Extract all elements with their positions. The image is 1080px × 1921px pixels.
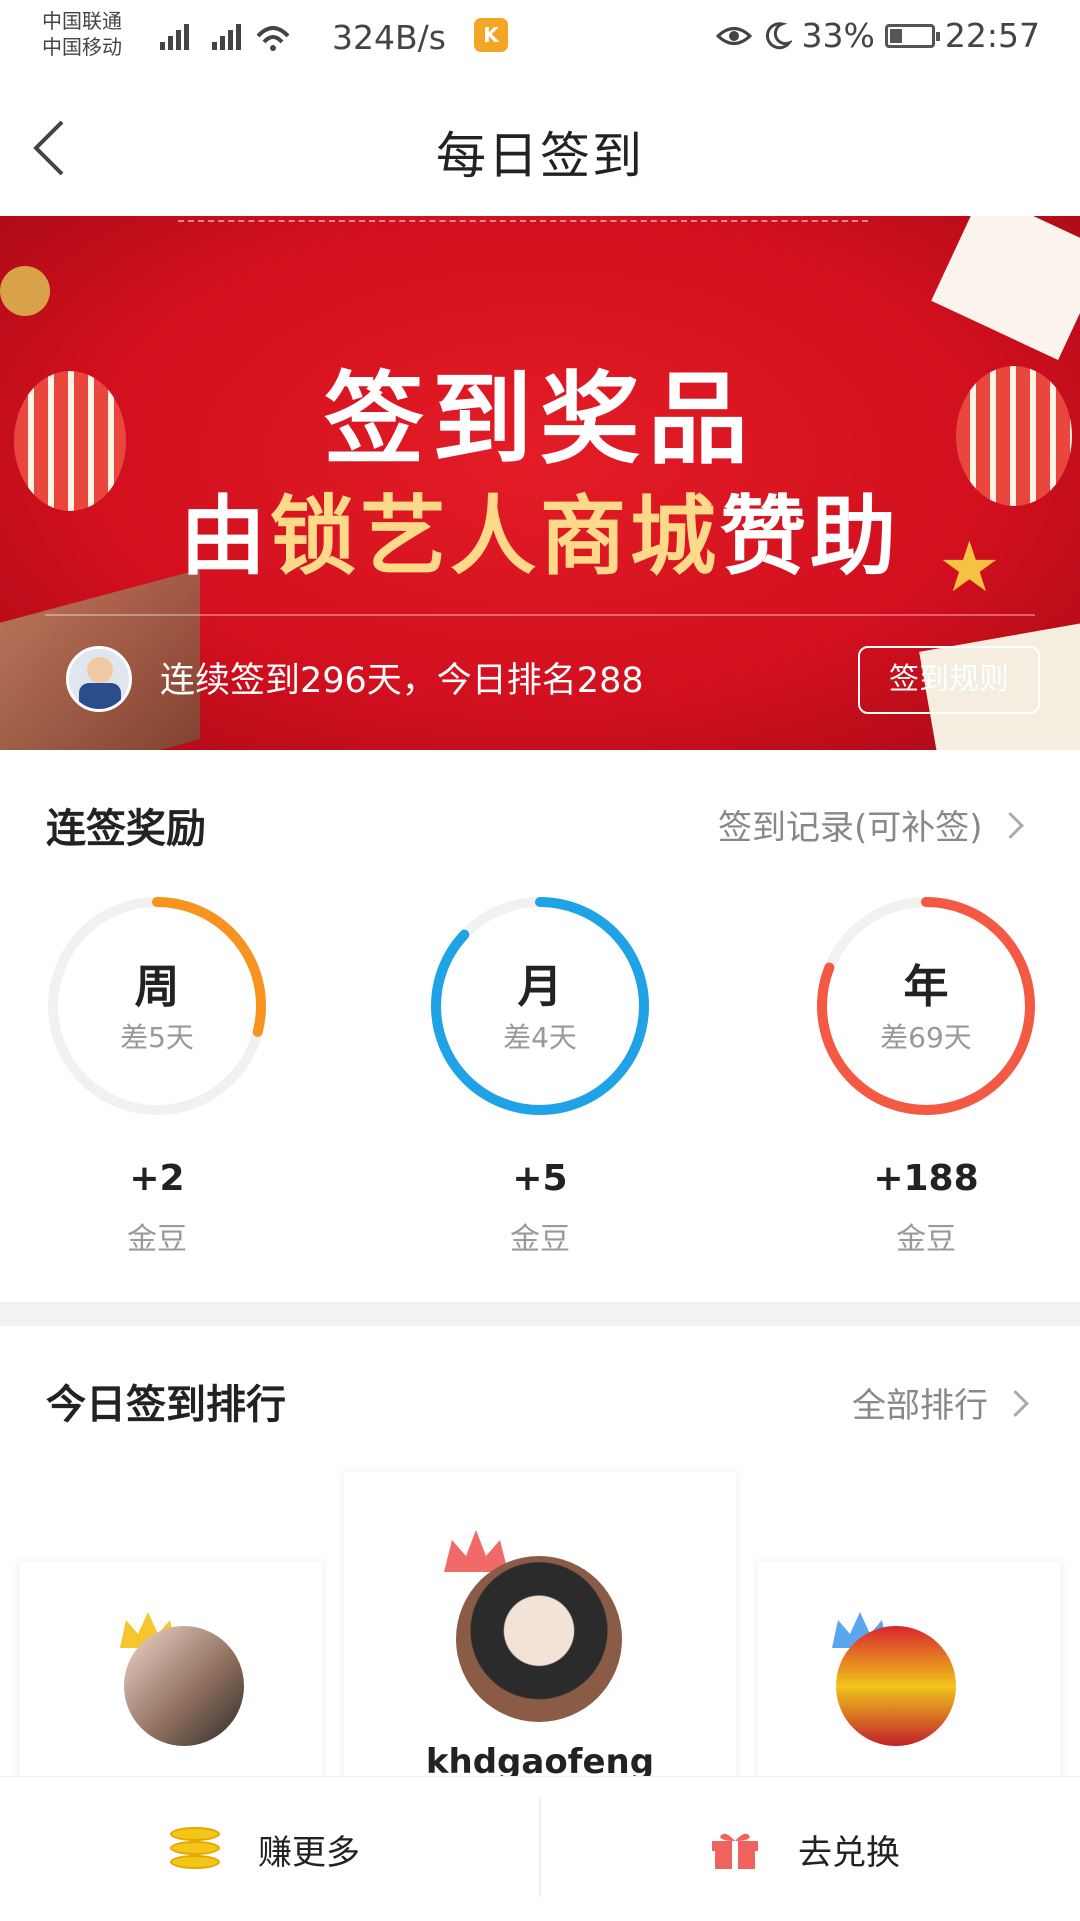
streak-status: 连续签到296天，今日排名288 [160, 661, 644, 701]
carrier-2: 中国移动 [42, 35, 122, 59]
month-label: 月 [517, 960, 563, 1013]
avatar[interactable] [456, 1556, 622, 1722]
redeem-button[interactable]: 去兑换 [710, 1777, 900, 1921]
year-bonus: +188 [873, 1158, 979, 1199]
earn-more-button[interactable]: 赚更多 [170, 1777, 360, 1921]
sponsor-name: 锁艺人商城 [270, 487, 720, 587]
ranking-section-title: 今日签到排行 [46, 1382, 286, 1428]
clock: 22:57 [944, 16, 1040, 55]
signal-icon [160, 24, 290, 51]
chevron-right-icon [996, 812, 1024, 839]
avatar[interactable] [836, 1626, 956, 1746]
sign-in-rules-button[interactable]: 签到规则 [858, 646, 1040, 714]
week-bonus-unit: 金豆 [127, 1222, 187, 1257]
section-divider [0, 1302, 1080, 1326]
gift-icon [712, 1833, 758, 1869]
chevron-right-icon [1002, 1390, 1029, 1417]
year-label: 年 [903, 960, 949, 1013]
week-bonus: +2 [129, 1158, 185, 1199]
carrier-info: 中国联通 中国移动 [42, 8, 122, 60]
week-label: 周 [134, 960, 180, 1013]
sign-in-record-link[interactable]: 签到记录(可补签) [718, 800, 1024, 849]
status-bar: 中国联通 中国移动 324B/s K 33% 22:57 [0, 0, 1080, 80]
avatar[interactable] [124, 1626, 244, 1746]
status-right: 33% 22:57 [715, 16, 1040, 55]
week-remaining: 差5天 [120, 1021, 194, 1054]
rewards-section-title: 连签奖励 [46, 806, 206, 852]
battery-percent: 33% [801, 16, 875, 55]
ornament-small [0, 266, 50, 316]
sign-in-record-label: 签到记录(可补签) [718, 808, 983, 848]
rank-card-second[interactable] [20, 1562, 322, 1802]
carrier-1: 中国联通 [42, 9, 122, 33]
banner-dashed-line [178, 220, 868, 222]
bottom-action-bar: 赚更多 去兑换 [0, 1776, 1080, 1921]
user-avatar[interactable] [66, 646, 132, 712]
redeem-label: 去兑换 [798, 1832, 900, 1873]
eye-icon [715, 26, 752, 45]
all-ranking-link[interactable]: 全部排行 [852, 1378, 1029, 1427]
nav-header: 每日签到 [0, 80, 1080, 214]
year-bonus-unit: 金豆 [896, 1222, 956, 1257]
battery-icon [884, 23, 940, 48]
rank-card-third[interactable] [758, 1562, 1060, 1802]
network-speed: 324B/s [332, 18, 446, 57]
subtitle-prefix: 由 [180, 487, 270, 587]
banner-subtitle: 由锁艺人商城赞助 [0, 466, 1080, 591]
month-bonus-unit: 金豆 [510, 1222, 570, 1257]
rank-card-first[interactable]: khdgaofeng [344, 1472, 736, 1802]
subtitle-suffix: 赞助 [720, 487, 900, 587]
app-notification-icon: K [474, 18, 508, 52]
all-ranking-label: 全部排行 [852, 1386, 988, 1426]
promo-banner: ★ 签到奖品 由锁艺人商城赞助 连续签到296天，今日排名288 签到规则 [0, 216, 1080, 750]
moon-icon [765, 21, 792, 49]
year-remaining: 差69天 [880, 1021, 972, 1054]
banner-divider [45, 614, 1035, 616]
coins-icon [170, 1827, 220, 1871]
banner-title: 签到奖品 [324, 361, 756, 478]
bottom-divider [539, 1797, 541, 1897]
earn-more-label: 赚更多 [258, 1832, 360, 1873]
month-remaining: 差4天 [503, 1021, 577, 1054]
month-bonus: +5 [512, 1158, 568, 1199]
page-title: 每日签到 [436, 127, 644, 185]
